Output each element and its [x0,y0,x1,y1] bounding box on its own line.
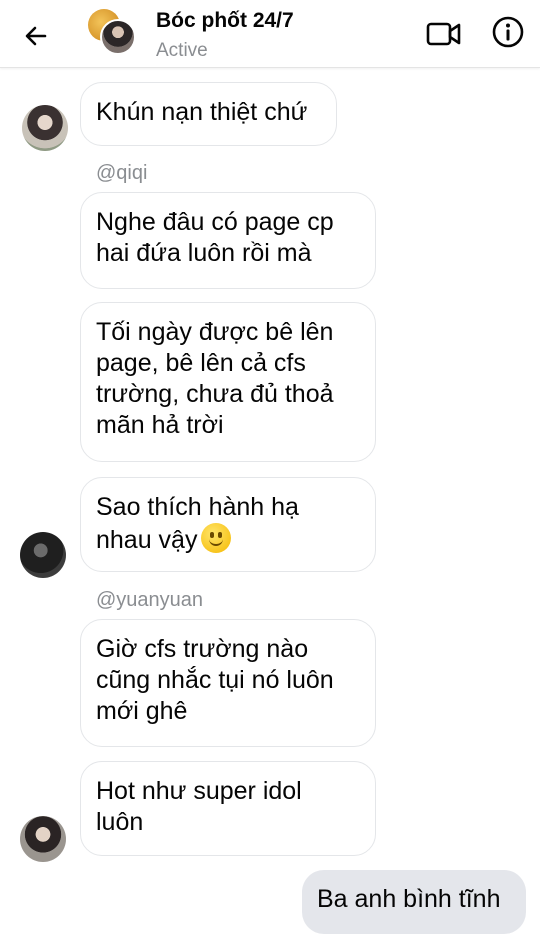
message-bubble[interactable]: Giờ cfs trường nào cũng nhắc tụi nó luôn… [80,619,376,747]
info-button[interactable] [488,12,528,52]
avatar[interactable] [20,532,66,578]
message-bubble[interactable]: Tối ngày được bê lên page, bê lên cả cfs… [80,302,376,462]
back-arrow-icon [25,26,47,46]
message-bubble[interactable]: Khún nạn thiệt chứ [80,82,337,146]
sent-message-bubble[interactable]: Ba anh bình tĩnh [302,870,526,934]
back-button[interactable] [16,16,56,56]
group-avatar[interactable] [88,9,136,57]
slightly-smiling-face-icon [201,523,232,553]
video-call-button[interactable] [424,14,464,54]
chat-title[interactable]: Bóc phốt 24/7 [156,9,294,33]
video-camera-icon [426,22,461,46]
avatar [100,19,136,55]
message-bubble[interactable]: Nghe đâu có page cp hai đứa luôn rồi mà [80,192,376,289]
chat-header: Bóc phốt 24/7 Active [0,0,540,68]
active-status: Active [156,40,208,61]
info-icon [492,16,524,48]
reply-mention[interactable]: @qiqi [96,162,147,185]
reply-mention[interactable]: @yuanyuan [96,589,203,612]
message-bubble[interactable]: Hot như super idol luôn [80,761,376,856]
message-text: Sao thích hành hạ nhau vậy [96,493,299,554]
avatar[interactable] [22,105,68,151]
message-bubble[interactable]: Sao thích hành hạ nhau vậy [80,477,376,572]
avatar[interactable] [20,816,66,862]
